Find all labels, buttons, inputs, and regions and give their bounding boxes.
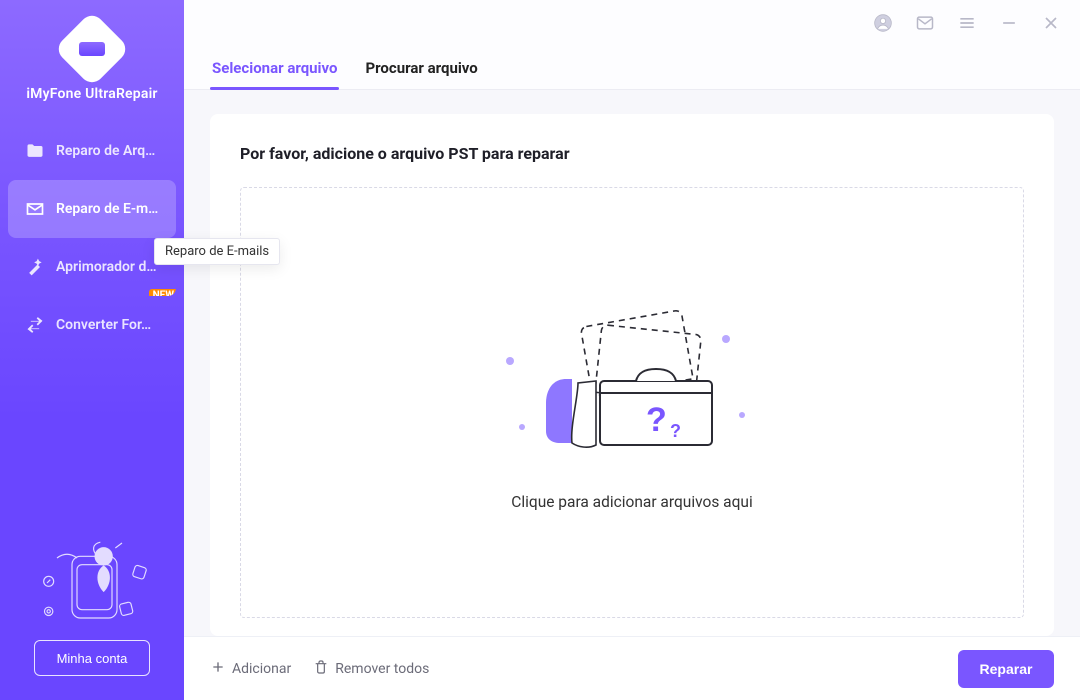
minimize-icon[interactable] [998, 12, 1020, 34]
action-bar: Adicionar Remover todos Reparar [184, 636, 1080, 700]
tab-browse-file[interactable]: Procurar arquivo [363, 49, 479, 89]
mail-icon [24, 198, 46, 220]
window-titlebar [184, 0, 1080, 46]
add-button[interactable]: Adicionar [210, 659, 291, 679]
sidebar-item-label: Reparo de Arq… [56, 143, 155, 159]
main: Selecionar arquivo Procurar arquivo Por … [184, 0, 1080, 700]
new-badge: NEW [149, 289, 176, 296]
folder-icon [24, 140, 46, 162]
feedback-icon[interactable] [914, 12, 936, 34]
sidebar-tooltip: Reparo de E-mails [154, 238, 280, 265]
account-button[interactable]: Minha conta [34, 640, 150, 676]
close-icon[interactable] [1040, 12, 1062, 34]
brand: iMyFone UltraRepair [0, 22, 184, 102]
dropzone[interactable]: ? ? Clique para adicionar arquivos aqui [240, 187, 1024, 618]
svg-text:?: ? [670, 421, 681, 441]
sidebar-item-converter[interactable]: Converter For… [8, 296, 176, 354]
swap-icon [24, 314, 46, 336]
account-icon[interactable] [872, 12, 894, 34]
sidebar-item-file-repair[interactable]: Reparo de Arq… [8, 122, 176, 180]
dropzone-caption: Clique para adicionar arquivos aqui [511, 493, 752, 511]
remove-all-label: Remover todos [335, 661, 429, 677]
sidebar-item-label: Converter For… [56, 317, 151, 333]
panel-heading: Por favor, adicione o arquivo PST para r… [240, 144, 1024, 163]
menu-icon[interactable] [956, 12, 978, 34]
sidebar-item-email-repair[interactable]: Reparo de E-m… [8, 180, 176, 238]
svg-text:?: ? [646, 401, 667, 439]
plus-icon [210, 659, 226, 679]
sidebar-item-label: Aprimorador d… [56, 259, 156, 275]
trash-icon [313, 659, 329, 679]
promo-illustration [0, 518, 184, 628]
sidebar-nav: Reparo de Arq… Reparo de E-m… Aprimorado… [0, 122, 184, 354]
tab-select-file[interactable]: Selecionar arquivo [210, 49, 339, 89]
sidebar: iMyFone UltraRepair Reparo de Arq… Repar… [0, 0, 184, 700]
sidebar-item-label: Reparo de E-m… [56, 201, 158, 217]
magic-wand-icon [24, 256, 46, 278]
repair-button[interactable]: Reparar [958, 650, 1054, 688]
tabs: Selecionar arquivo Procurar arquivo [184, 46, 1080, 90]
brand-logo [54, 11, 130, 87]
brand-name: iMyFone UltraRepair [26, 86, 157, 102]
add-label: Adicionar [232, 661, 291, 677]
content: Por favor, adicione o arquivo PST para r… [184, 90, 1080, 636]
panel: Por favor, adicione o arquivo PST para r… [210, 114, 1054, 636]
remove-all-button[interactable]: Remover todos [313, 659, 429, 679]
sidebar-item-enhancer[interactable]: Aprimorador d… NEW [8, 238, 176, 296]
dropzone-illustration: ? ? [502, 295, 762, 475]
